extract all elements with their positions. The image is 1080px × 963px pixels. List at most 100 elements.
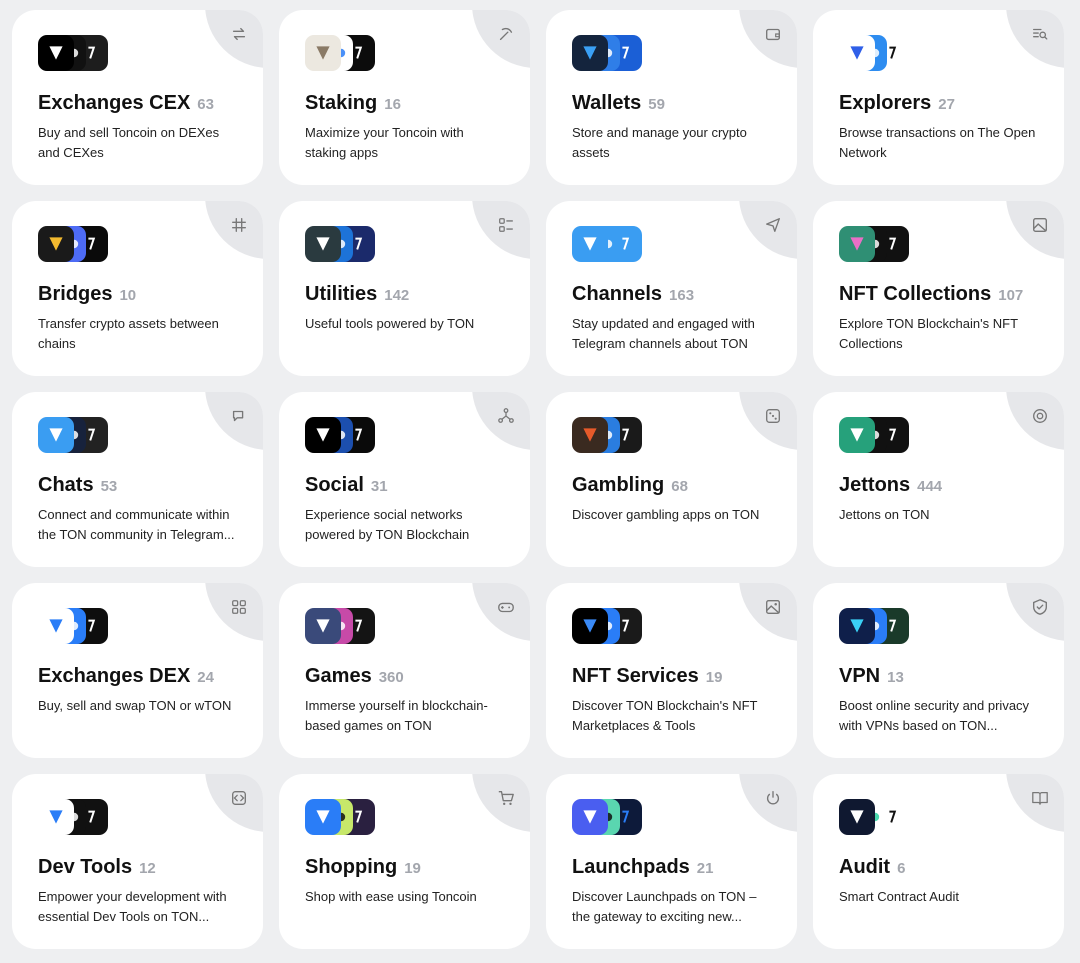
category-description: Discover Launchpads on TON – the gateway… — [572, 889, 757, 924]
category-count: 19 — [705, 669, 723, 686]
app-icon-stack — [572, 35, 771, 71]
app-icon-stack — [572, 226, 771, 262]
category-count: 21 — [696, 860, 714, 877]
app-icon-stack — [839, 799, 1038, 835]
category-card-dev-tools[interactable]: Dev Tools 12 Empower your development with… — [12, 774, 263, 949]
category-card-games[interactable]: Games 360 Immerse yourself in blockchain-b… — [279, 583, 530, 758]
category-description: Immerse yourself in blockchain-based gam… — [305, 698, 488, 733]
category-description: Stay updated and engaged with Telegram c… — [572, 316, 755, 351]
category-description: Smart Contract Audit — [839, 889, 959, 904]
category-card-utilities[interactable]: Utilities 142 Useful tools powered by TON — [279, 201, 530, 376]
category-card-channels[interactable]: Channels 163 Stay updated and engaged with… — [546, 201, 797, 376]
app-logo-icon — [572, 35, 608, 71]
category-count: 31 — [370, 478, 388, 495]
card-title-row: Bridges 10 — [38, 283, 237, 306]
app-logo-icon — [839, 799, 875, 835]
card-title-row: NFT Collections 107 — [839, 283, 1038, 306]
category-count: 107 — [998, 287, 1024, 304]
category-description: Maximize your Toncoin with staking apps — [305, 125, 464, 160]
category-count: 444 — [917, 478, 943, 495]
category-title: Games — [305, 665, 372, 687]
category-card-chats[interactable]: Chats 53 Connect and communicate within th… — [12, 392, 263, 567]
card-title-row: Utilities 142 — [305, 283, 504, 306]
card-title-row: Shopping 19 — [305, 856, 504, 879]
app-logo-icon — [305, 226, 341, 262]
card-title-row: Channels 163 — [572, 283, 771, 306]
app-logo-icon — [38, 608, 74, 644]
app-icon-stack — [839, 608, 1038, 644]
category-title: Bridges — [38, 283, 113, 305]
category-grid: Exchanges CEX 63 Buy and sell Toncoin on D… — [12, 10, 1064, 949]
category-card-social[interactable]: Social 31 Experience social networks power… — [279, 392, 530, 567]
category-description: Discover gambling apps on TON — [572, 507, 760, 522]
category-title: Utilities — [305, 283, 378, 305]
category-title: Exchanges CEX — [38, 92, 191, 114]
card-title-row: Exchanges DEX 24 — [38, 665, 237, 688]
category-count: 360 — [378, 669, 404, 686]
card-title-row: Wallets 59 — [572, 92, 771, 115]
card-title-row: NFT Services 19 — [572, 665, 771, 688]
category-count: 24 — [197, 669, 214, 686]
app-logo-icon — [305, 799, 341, 835]
category-count: 59 — [648, 96, 665, 113]
app-logo-icon — [38, 799, 74, 835]
category-title: Exchanges DEX — [38, 665, 191, 687]
category-description: Buy and sell Toncoin on DEXes and CEXes — [38, 125, 220, 160]
category-description: Store and manage your crypto assets — [572, 125, 747, 160]
card-title-row: VPN 13 — [839, 665, 1038, 688]
category-card-exchanges-dex[interactable]: Exchanges DEX 24 Buy, sell and swap TON or… — [12, 583, 263, 758]
category-description: Discover TON Blockchain's NFT Marketplac… — [572, 698, 758, 733]
category-card-nft-services[interactable]: NFT Services 19 Discover TON Blockchain's … — [546, 583, 797, 758]
category-title: Gambling — [572, 474, 665, 496]
category-count: 163 — [669, 287, 695, 304]
category-title: Launchpads — [572, 856, 690, 878]
category-count: 63 — [197, 96, 214, 113]
card-title-row: Gambling 68 — [572, 474, 771, 497]
category-card-shopping[interactable]: Shopping 19 Shop with ease using Toncoin — [279, 774, 530, 949]
category-card-bridges[interactable]: Bridges 10 Transfer crypto assets between … — [12, 201, 263, 376]
category-count: 12 — [139, 860, 156, 877]
app-logo-icon — [839, 608, 875, 644]
app-icon-stack — [305, 608, 504, 644]
category-count: 68 — [671, 478, 688, 495]
category-card-nft-collections[interactable]: NFT Collections 107 Explore TON Blockchain… — [813, 201, 1064, 376]
app-logo-icon — [572, 608, 608, 644]
category-card-explorers[interactable]: Explorers 27 Browse transactions on The Op… — [813, 10, 1064, 185]
category-card-audit[interactable]: Audit 6 Smart Contract Audit — [813, 774, 1064, 949]
category-description: Shop with ease using Toncoin — [305, 889, 477, 904]
app-logo-icon — [839, 417, 875, 453]
category-title: Audit — [839, 856, 891, 878]
category-card-wallets[interactable]: Wallets 59 Store and manage your crypto as… — [546, 10, 797, 185]
card-title-row: Exchanges CEX 63 — [38, 92, 237, 115]
category-count: 6 — [897, 860, 906, 877]
app-icon-stack — [38, 799, 237, 835]
app-logo-icon — [38, 226, 74, 262]
app-icon-stack — [305, 35, 504, 71]
app-logo-icon — [305, 608, 341, 644]
app-logo-icon — [305, 417, 341, 453]
category-title: Channels — [572, 283, 663, 305]
category-card-vpn[interactable]: VPN 13 Boost online security and privacy w… — [813, 583, 1064, 758]
app-icon-stack — [38, 417, 237, 453]
category-count: 19 — [404, 860, 421, 877]
app-icon-stack — [305, 417, 504, 453]
category-card-exchanges-cex[interactable]: Exchanges CEX 63 Buy and sell Toncoin on D… — [12, 10, 263, 185]
category-description: Useful tools powered by TON — [305, 316, 475, 331]
category-card-jettons[interactable]: Jettons 444 Jettons on TON — [813, 392, 1064, 567]
category-title: Explorers — [839, 92, 932, 114]
category-title: VPN — [839, 665, 881, 687]
card-title-row: Games 360 — [305, 665, 504, 688]
category-description: Browse transactions on The Open Network — [839, 125, 1036, 160]
category-title: Social — [305, 474, 364, 496]
category-count: 16 — [384, 96, 401, 113]
app-logo-icon — [572, 799, 608, 835]
category-card-staking[interactable]: Staking 16 Maximize your Toncoin with stak… — [279, 10, 530, 185]
app-icon-stack — [305, 799, 504, 835]
category-count: 13 — [887, 669, 904, 686]
category-card-gambling[interactable]: Gambling 68 Discover gambling apps on TON — [546, 392, 797, 567]
category-title: Chats — [38, 474, 94, 496]
app-icon-stack — [38, 608, 237, 644]
app-logo-icon — [572, 417, 608, 453]
card-title-row: Audit 6 — [839, 856, 1038, 879]
category-card-launchpads[interactable]: Launchpads 21 Discover Launchpads on TON –… — [546, 774, 797, 949]
